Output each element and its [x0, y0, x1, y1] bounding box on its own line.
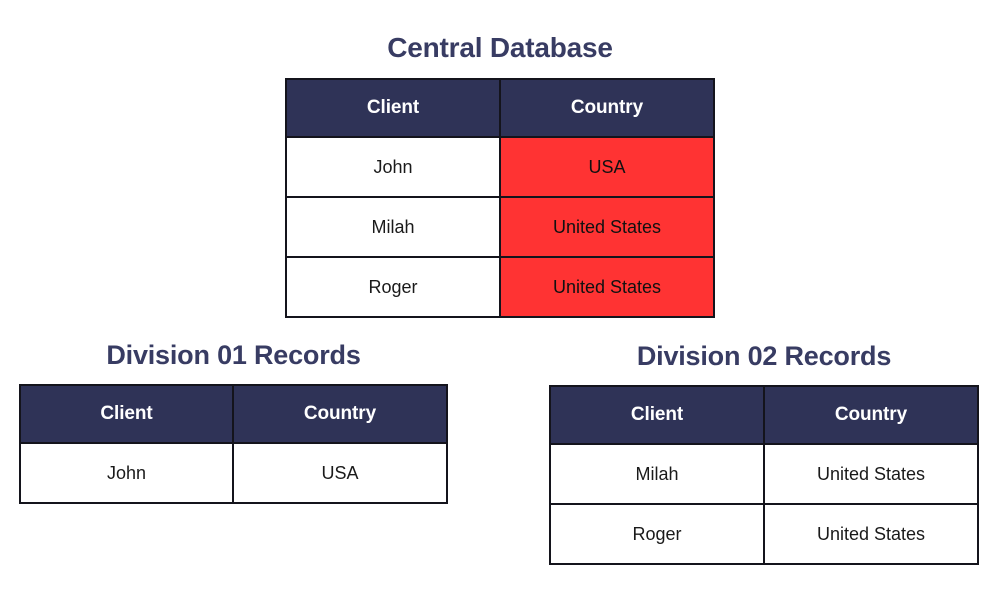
column-header-client: Client: [285, 78, 501, 138]
division-02-section: Division 02 Records Client Country Milah…: [549, 343, 979, 565]
cell-client: Roger: [549, 503, 765, 565]
cell-country: United States: [763, 503, 979, 565]
table-row: John USA: [285, 136, 715, 198]
table-header-row: Client Country: [549, 385, 979, 445]
division-01-section: Division 01 Records Client Country John …: [19, 342, 448, 504]
table-header-row: Client Country: [285, 78, 715, 138]
cell-client: Milah: [285, 196, 501, 258]
cell-client: Milah: [549, 443, 765, 505]
cell-country: United States: [499, 256, 715, 318]
table-row: Milah United States: [285, 196, 715, 258]
cell-country: USA: [232, 442, 448, 504]
cell-client: Roger: [285, 256, 501, 318]
table-row: Milah United States: [549, 443, 979, 505]
division-02-title: Division 02 Records: [636, 341, 892, 371]
table-row: John USA: [19, 442, 448, 504]
column-header-client: Client: [19, 384, 234, 444]
cell-country: USA: [499, 136, 715, 198]
column-header-client: Client: [549, 385, 765, 445]
cell-client: John: [19, 442, 234, 504]
central-database-table: Client Country John USA Milah United Sta…: [285, 78, 715, 318]
table-row: Roger United States: [285, 256, 715, 318]
central-database-title: Central Database: [387, 32, 613, 63]
column-header-country: Country: [232, 384, 448, 444]
central-database-section: Central Database Client Country John USA…: [285, 34, 715, 318]
table-header-row: Client Country: [19, 384, 448, 444]
cell-country: United States: [763, 443, 979, 505]
cell-country: United States: [499, 196, 715, 258]
division-02-table: Client Country Milah United States Roger…: [549, 385, 979, 565]
column-header-country: Country: [763, 385, 979, 445]
division-01-title: Division 01 Records: [106, 340, 361, 370]
division-01-table: Client Country John USA: [19, 384, 448, 504]
table-row: Roger United States: [549, 503, 979, 565]
column-header-country: Country: [499, 78, 715, 138]
cell-client: John: [285, 136, 501, 198]
